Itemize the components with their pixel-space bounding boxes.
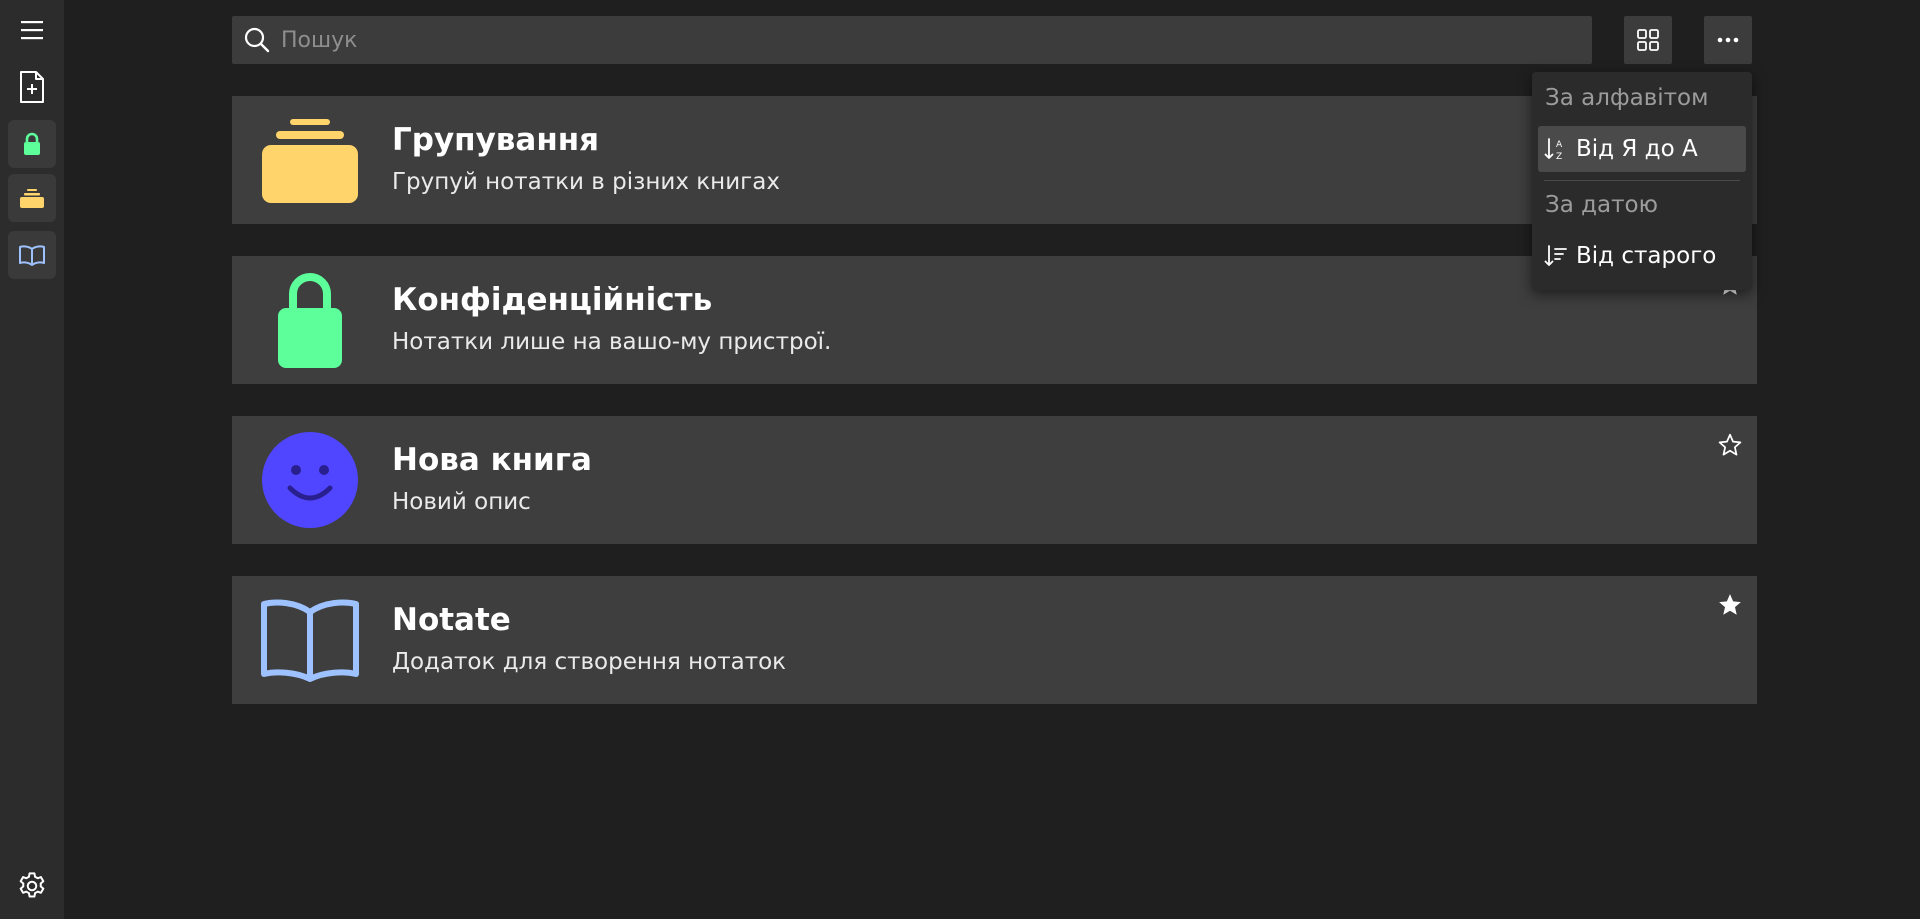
open-book-icon xyxy=(261,599,359,682)
folder-stack-icon xyxy=(20,189,44,208)
sort-date-icon xyxy=(1544,245,1567,266)
svg-text:Z: Z xyxy=(1556,152,1562,162)
star-filled-icon xyxy=(1719,594,1741,615)
book-description: Додаток для створення нотаток xyxy=(392,649,787,675)
book-title: Нова книга xyxy=(392,442,592,478)
view-toggle-button[interactable] xyxy=(1624,16,1672,64)
book-title: Notate xyxy=(392,602,511,638)
favorite-star-button[interactable] xyxy=(1715,430,1745,460)
lock-icon xyxy=(24,132,40,155)
settings-button[interactable] xyxy=(8,862,56,910)
sort-dropdown: За алфавітом A Z Від Я до А За датою Від… xyxy=(1532,72,1752,290)
sort-alpha-desc-icon: A Z xyxy=(1544,138,1563,162)
book-title: Групування xyxy=(392,122,600,158)
sort-option-oldest-first[interactable]: Від старого xyxy=(1538,233,1746,279)
new-document-icon xyxy=(20,71,44,103)
sort-alphabet-header: За алфавітом xyxy=(1545,85,1709,111)
book-description: Групуй нотатки в різних книгах xyxy=(392,169,780,195)
sidebar-item-grouping[interactable] xyxy=(8,174,56,222)
favorite-star-button[interactable] xyxy=(1715,590,1745,620)
open-book-icon xyxy=(19,245,45,266)
book-card-new-book[interactable]: Нова книга Новий опис xyxy=(232,416,1757,544)
search-bar xyxy=(232,16,1592,64)
book-description: Нотатки лише на вашо-му пристрої. xyxy=(392,329,832,355)
sidebar-item-privacy[interactable] xyxy=(8,120,56,168)
search-input[interactable] xyxy=(279,16,1592,64)
sort-option-label: Від Я до А xyxy=(1576,136,1698,162)
book-icon xyxy=(260,590,360,690)
sort-option-label: Від старого xyxy=(1576,243,1717,269)
sort-date-header: За датою xyxy=(1545,192,1658,218)
more-options-button[interactable] xyxy=(1704,16,1752,64)
hamburger-menu-icon xyxy=(21,21,43,40)
book-card-grouping[interactable]: Групування Групуй нотатки в різних книга… xyxy=(232,96,1757,224)
sidebar-item-notate[interactable] xyxy=(8,231,56,279)
menu-divider xyxy=(1544,180,1740,181)
book-icon xyxy=(260,110,360,210)
book-icon xyxy=(260,430,360,530)
book-description: Новий опис xyxy=(392,489,531,515)
book-title: Конфіденційність xyxy=(392,282,713,318)
search-icon xyxy=(244,27,270,53)
new-note-button[interactable] xyxy=(8,63,56,111)
menu-button[interactable] xyxy=(8,6,56,54)
book-card-privacy[interactable]: Конфіденційність Нотатки лише на вашо-му… xyxy=(232,256,1757,384)
svg-text:A: A xyxy=(1556,140,1563,150)
lock-icon xyxy=(278,273,342,368)
more-horizontal-icon xyxy=(1717,37,1739,43)
sort-option-z-to-a[interactable]: A Z Від Я до А xyxy=(1538,126,1746,172)
book-card-notate[interactable]: Notate Додаток для створення нотаток xyxy=(232,576,1757,704)
gear-icon xyxy=(19,872,45,898)
smiley-face-icon xyxy=(262,432,358,528)
grid-view-icon xyxy=(1637,29,1659,51)
book-icon xyxy=(260,270,360,370)
folder-stack-icon xyxy=(262,119,358,203)
star-outline-icon xyxy=(1718,433,1742,456)
sidebar xyxy=(0,0,64,919)
